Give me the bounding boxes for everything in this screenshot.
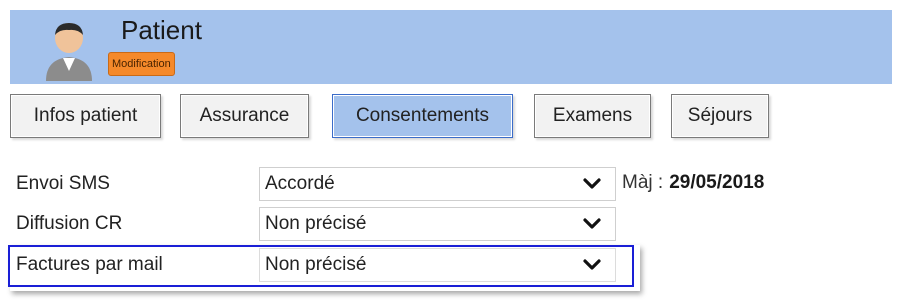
tab-infos-patient[interactable]: Infos patient [10, 94, 161, 138]
tab-sejours[interactable]: Séjours [671, 94, 769, 138]
envoi-sms-select[interactable]: Accordé [259, 167, 616, 201]
tab-consentements[interactable]: Consentements [332, 94, 513, 138]
diffusion-cr-select[interactable]: Non précisé [259, 207, 616, 241]
page-title: Patient [121, 15, 202, 45]
last-update-label: Màj : [622, 172, 664, 193]
last-update: Màj :29/05/2018 [622, 172, 764, 194]
user-avatar-icon [46, 23, 92, 81]
chevron-down-icon [583, 178, 601, 189]
tab-examens[interactable]: Examens [534, 94, 651, 138]
highlight-box [8, 245, 634, 287]
status-badge: Modification [108, 52, 175, 76]
patient-header: Patient Modification [10, 10, 892, 84]
chevron-down-icon [583, 218, 601, 229]
last-update-date: 29/05/2018 [669, 172, 765, 193]
diffusion-cr-label: Diffusion CR [16, 213, 123, 234]
envoi-sms-value: Accordé [265, 173, 335, 194]
tab-assurance[interactable]: Assurance [180, 94, 309, 138]
diffusion-cr-value: Non précisé [265, 213, 367, 234]
envoi-sms-label: Envoi SMS [16, 173, 110, 194]
